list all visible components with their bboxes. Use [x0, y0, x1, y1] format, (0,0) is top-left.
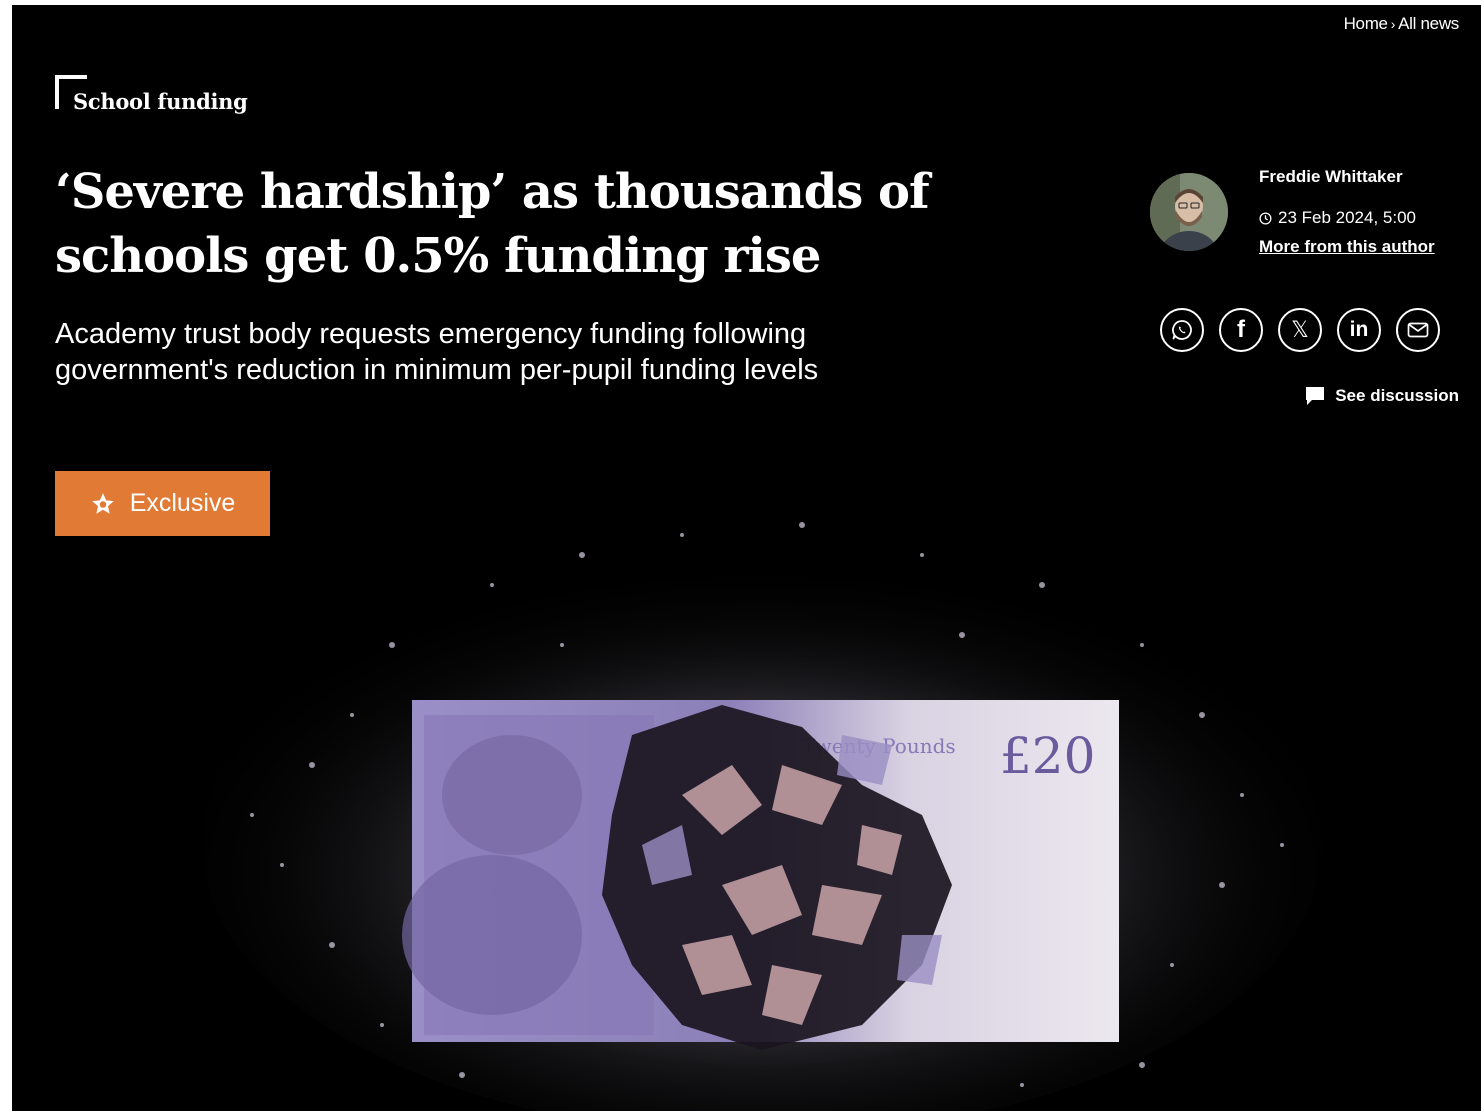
whatsapp-share-button[interactable] [1160, 308, 1204, 352]
category-tag[interactable]: School funding [55, 75, 248, 114]
publish-date: 23 Feb 2024, 5:00 [1259, 208, 1416, 228]
more-from-author-link[interactable]: More from this author [1259, 237, 1435, 257]
email-share-button[interactable] [1396, 308, 1440, 352]
facebook-icon: f [1237, 316, 1245, 343]
clock-icon [1259, 211, 1272, 225]
author-name[interactable]: Freddie Whittaker [1259, 167, 1403, 187]
article-headline: ‘Severe hardship’ as thousands of school… [55, 164, 930, 284]
hero-image: £20 Twenty Pounds [162, 465, 1342, 1111]
facebook-share-button[interactable]: f [1219, 308, 1263, 352]
share-buttons: f 𝕏 in [1160, 308, 1440, 352]
exclusive-label: Exclusive [129, 489, 236, 517]
publish-date-text: 23 Feb 2024, 5:00 [1278, 208, 1417, 227]
category-label: School funding [73, 89, 248, 114]
author-block: Freddie Whittaker 23 Feb 2024, 5:00 More… [1150, 163, 1470, 263]
article-standfirst: Academy trust body requests emergency fu… [55, 318, 819, 386]
breadcrumb: Home › All news [1344, 14, 1460, 34]
comment-icon [1306, 387, 1325, 405]
whatsapp-icon [1172, 320, 1192, 340]
linkedin-share-button[interactable]: in [1337, 308, 1381, 352]
see-discussion-label: See discussion [1335, 386, 1459, 405]
linkedin-icon: in [1349, 318, 1369, 341]
breadcrumb-all-news[interactable]: All news [1398, 14, 1459, 33]
email-icon [1407, 322, 1429, 338]
author-avatar[interactable] [1150, 173, 1228, 251]
banknote-value: £20 [1000, 727, 1095, 785]
breadcrumb-home[interactable]: Home [1344, 14, 1388, 33]
x-share-button[interactable]: 𝕏 [1278, 308, 1322, 352]
exclusive-badge: Exclusive [55, 471, 270, 536]
breadcrumb-separator: › [1390, 16, 1396, 32]
x-icon: 𝕏 [1291, 317, 1309, 343]
see-discussion-link[interactable]: See discussion [1305, 386, 1459, 406]
article-header: Home › All news School funding ‘Severe har… [12, 5, 1481, 1111]
star-icon [91, 492, 114, 514]
